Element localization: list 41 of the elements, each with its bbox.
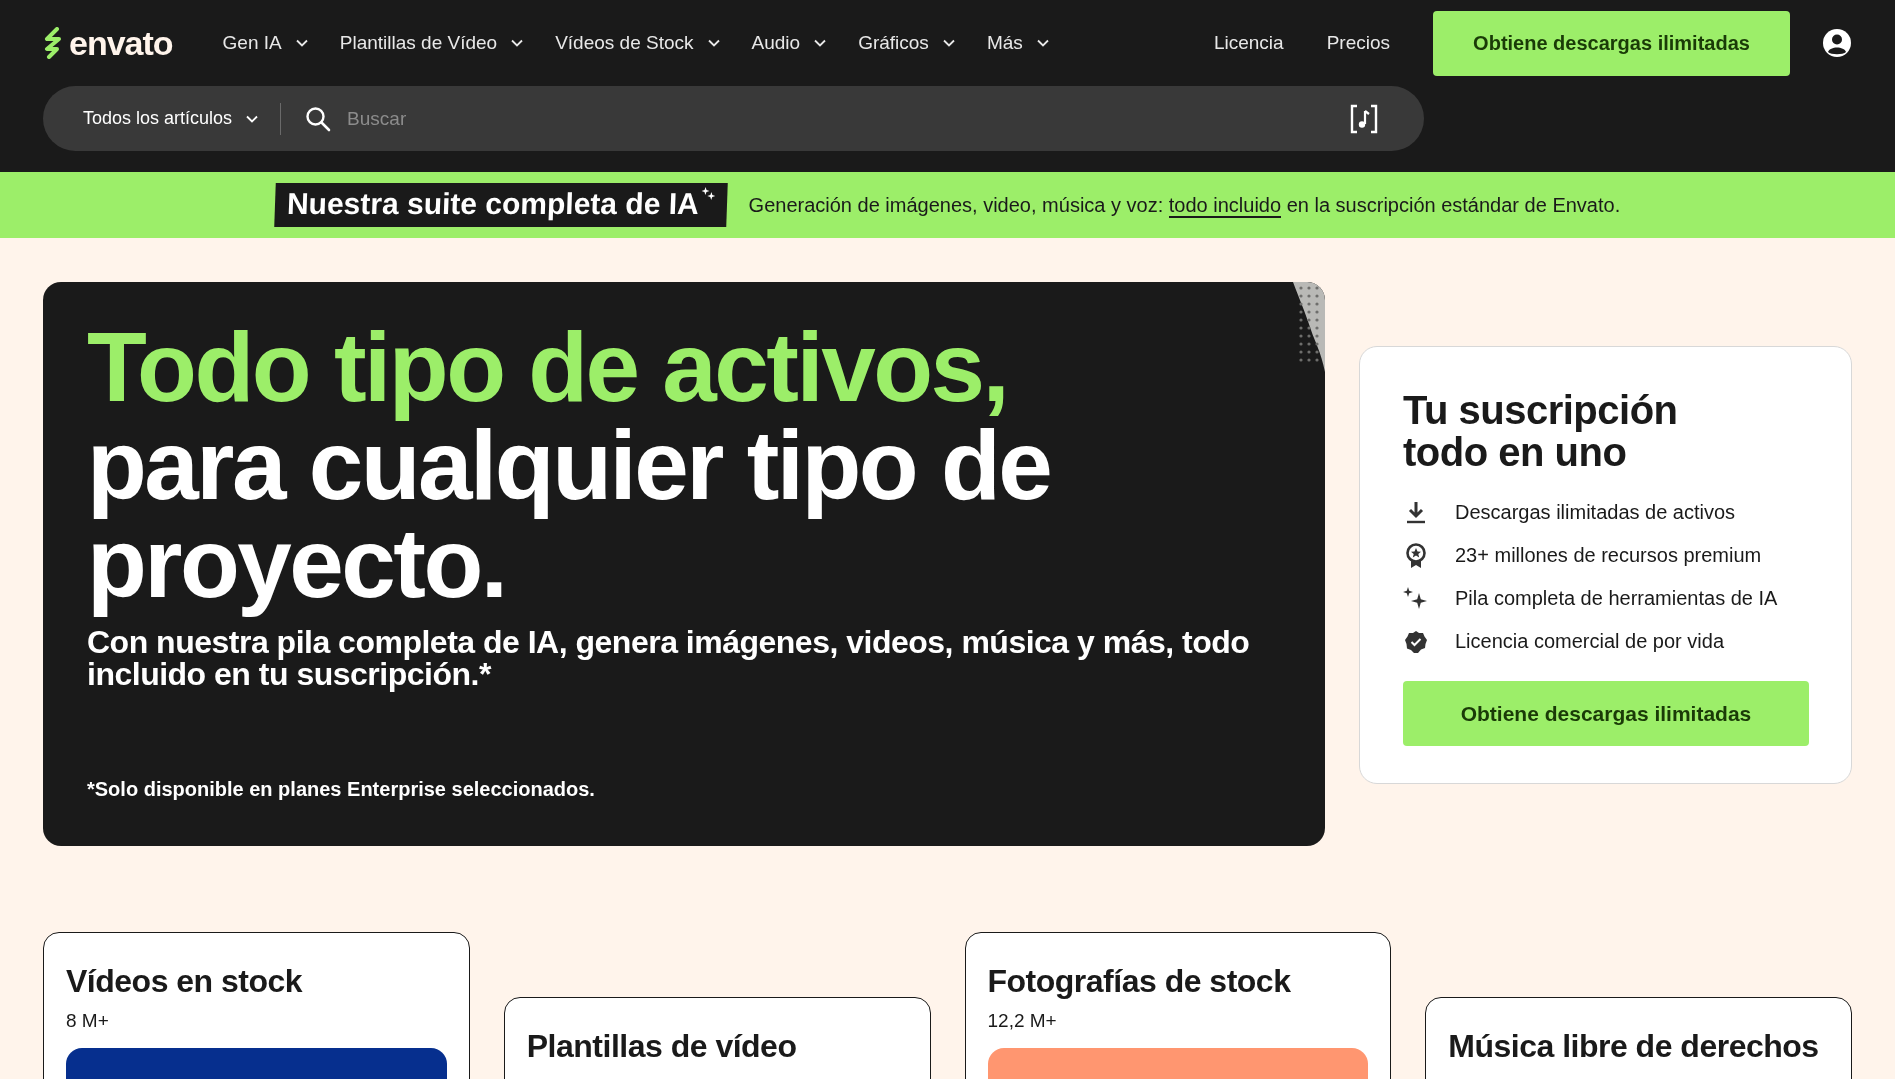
logo-text: envato xyxy=(69,23,173,63)
category-dropdown[interactable]: Todos los artículos xyxy=(75,108,269,129)
category-title: Música libre de derechos xyxy=(1448,1028,1820,1065)
card-cta-button[interactable]: Obtiene descargas ilimitadas xyxy=(1403,681,1809,746)
feature-text: 23+ millones de recursos premium xyxy=(1455,544,1762,567)
category-title: Fotografías de stock xyxy=(987,963,1292,1000)
category-count: 8 M+ xyxy=(66,1010,110,1032)
nav-menu-item[interactable]: Vídeos de Stock xyxy=(541,32,734,54)
card-title: Tu suscripción todo en uno xyxy=(1403,389,1679,473)
nav-menu-item[interactable]: Gen IA xyxy=(208,32,322,54)
chevron-down-icon xyxy=(246,114,259,123)
envato-logo[interactable]: envato xyxy=(43,23,173,63)
hero-footnote: *Solo disponible en planes Enterprise seleccionados. xyxy=(87,778,596,801)
nav-link[interactable]: Licencia xyxy=(1213,32,1284,54)
badge-text: Nuestra suite completa de IA xyxy=(286,187,700,221)
category-title: Vídeos en stock xyxy=(66,963,304,1000)
category-card[interactable]: Fotografías de stock 12,2 M+ xyxy=(964,932,1392,1079)
hero-subtitle: Con nuestra pila completa de IA, genera imágenes, videos, música y más, todo incluido en tu suscripción.* xyxy=(87,626,1251,690)
nav-link[interactable]: Precios xyxy=(1326,32,1390,54)
category-card[interactable]: Vídeos en stock 8 M+ xyxy=(43,932,470,1079)
search-icon xyxy=(305,105,332,132)
category-card[interactable]: Plantillas de vídeo xyxy=(503,997,931,1079)
feature-text: Licencia comercial de por vida xyxy=(1455,630,1725,653)
promo-link[interactable]: todo incluido xyxy=(1168,193,1282,218)
nav-menu-item[interactable]: Plantillas de Vídeo xyxy=(325,32,538,54)
category-count: 12,2 M+ xyxy=(987,1010,1058,1032)
feature-text: Descargas ilimitadas de activos xyxy=(1455,501,1736,524)
audio-search-icon[interactable] xyxy=(1350,103,1378,134)
feature-text: Pila completa de herramientas de IA xyxy=(1455,587,1778,610)
award-ribbon-icon xyxy=(1403,542,1429,569)
cta-button[interactable]: Obtiene descargas ilimitadas xyxy=(1433,10,1790,76)
nav-menu-item[interactable]: Audio xyxy=(737,32,841,54)
promo-text: Generación de imágenes, video, música y voz: todo incluido en la suscripción estándar de Envato. xyxy=(748,193,1621,217)
category-title: Plantillas de vídeo xyxy=(526,1028,798,1065)
hero-title: Todo tipo de activos, para cualquier tipo de proyecto. xyxy=(87,312,1052,620)
nav-menu-item[interactable]: Gráficos xyxy=(844,32,969,54)
verified-badge-icon xyxy=(1403,629,1429,654)
search-field[interactable]: Todos los artículos Buscar xyxy=(43,86,1424,151)
account-icon[interactable] xyxy=(1822,28,1852,58)
category-card[interactable]: Música libre de derechos xyxy=(1425,997,1852,1079)
nav-menu-item[interactable]: Más xyxy=(972,32,1063,54)
